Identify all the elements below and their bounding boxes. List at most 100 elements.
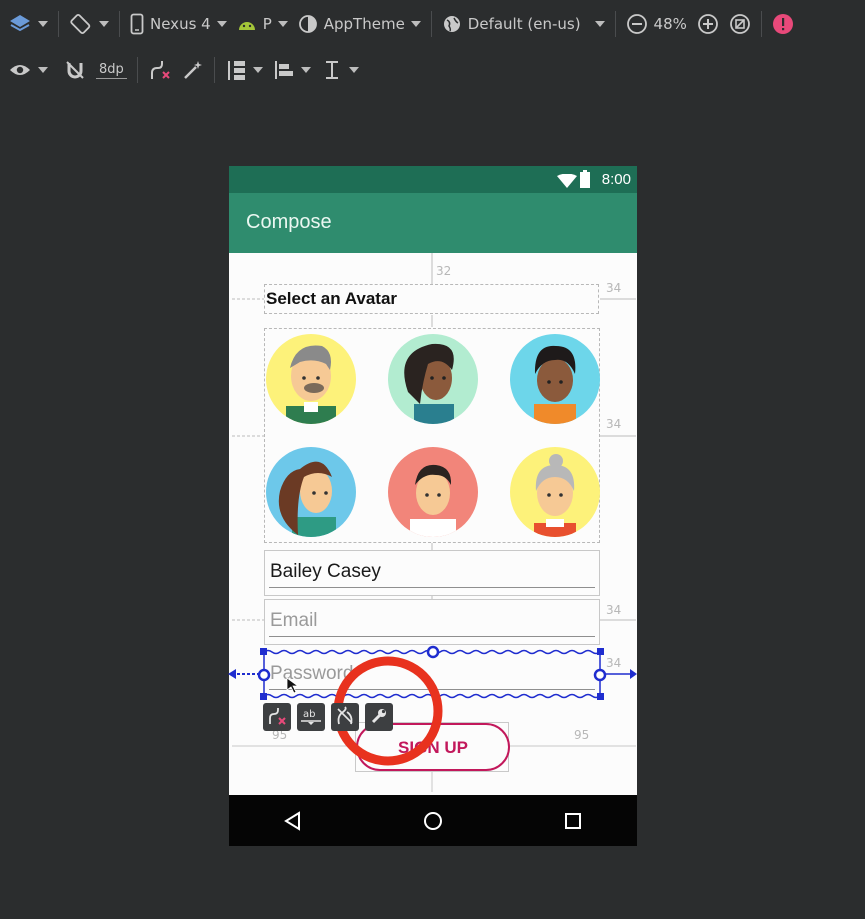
name-field[interactable]: Bailey Casey: [264, 550, 600, 596]
name-underline: [269, 587, 595, 588]
chevron-down-icon: [348, 67, 359, 73]
error-indicator[interactable]: [772, 8, 794, 40]
guidelines-dropdown[interactable]: [321, 54, 359, 86]
margin-right-label: 34: [606, 603, 622, 617]
locale-label: Default (en-us): [467, 15, 581, 33]
rotate-icon: [69, 12, 93, 36]
avatar-6[interactable]: [510, 447, 600, 537]
orientation-dropdown[interactable]: [69, 8, 109, 40]
divider: [614, 11, 616, 37]
clear-constraints-icon: [148, 59, 172, 81]
zoom-fit-button[interactable]: [729, 8, 751, 40]
constraint-delete-icon: [267, 706, 287, 729]
status-bar: 8:00: [229, 166, 637, 193]
baseline-icon: ab: [300, 706, 322, 729]
margin-right-label: 34: [606, 417, 622, 431]
signup-margin-right-label: 95: [574, 728, 590, 742]
divider: [760, 11, 762, 37]
infer-constraints-button[interactable]: [182, 54, 204, 86]
globe-icon: [442, 14, 462, 34]
recents-icon[interactable]: [564, 812, 582, 834]
avatar-grid[interactable]: [264, 328, 600, 543]
chevron-down-icon: [594, 21, 605, 27]
avatar-4[interactable]: [266, 447, 356, 537]
design-surface-dropdown[interactable]: [8, 8, 48, 40]
margin-value: 8dp: [96, 62, 127, 79]
svg-text:ab: ab: [303, 709, 315, 720]
chevron-down-icon: [38, 21, 48, 27]
margin-top-label: 32: [436, 264, 452, 278]
zoom-in-icon: [697, 13, 719, 35]
wifi-icon: [557, 173, 577, 192]
pack-dropdown[interactable]: [225, 54, 263, 86]
pack-icon: [225, 59, 247, 81]
default-margin-button[interactable]: 8dp: [96, 54, 127, 86]
zoom-out-button[interactable]: [626, 8, 648, 40]
device-dropdown[interactable]: Nexus 4: [130, 8, 227, 40]
clear-attributes-button[interactable]: [331, 703, 359, 731]
password-field[interactable]: Password: [264, 652, 600, 698]
margin-right-label: 34: [606, 656, 622, 670]
email-underline: [269, 636, 595, 637]
name-value: Bailey Casey: [270, 561, 381, 582]
magic-wand-icon: [182, 59, 204, 81]
divider: [58, 11, 59, 37]
margin-right-label: 34: [606, 281, 622, 295]
chevron-down-icon: [300, 67, 311, 73]
avatar-5[interactable]: [388, 447, 478, 537]
status-time: 8:00: [601, 171, 631, 188]
zoom-out-icon: [626, 13, 648, 35]
autoconnect-toggle[interactable]: [64, 54, 86, 86]
attributes-button[interactable]: [365, 703, 393, 731]
theme-label: AppTheme: [323, 15, 405, 33]
eye-icon: [8, 62, 32, 78]
theme-dropdown[interactable]: AppTheme: [298, 8, 421, 40]
phone-icon: [130, 13, 144, 35]
magnet-off-icon: [64, 59, 86, 81]
chevron-down-icon: [277, 21, 288, 27]
api-level-dropdown[interactable]: P: [237, 8, 288, 40]
align-dropdown[interactable]: [273, 54, 311, 86]
chevron-down-icon: [410, 21, 421, 27]
navigation-bar: [229, 795, 637, 846]
align-left-icon: [273, 59, 295, 81]
avatar-3[interactable]: [510, 334, 600, 424]
heading-text[interactable]: Select an Avatar: [264, 284, 599, 314]
locale-dropdown[interactable]: Default (en-us): [442, 8, 605, 40]
avatar-1[interactable]: [266, 334, 356, 424]
divider: [213, 57, 215, 83]
chevron-down-icon: [38, 67, 48, 73]
zoom-in-button[interactable]: [697, 8, 719, 40]
back-icon[interactable]: [283, 811, 303, 835]
device-preview: 8:00 Compose Select an Avatar Bailey Cas…: [229, 166, 637, 846]
email-field[interactable]: Email: [264, 599, 600, 645]
app-bar: Compose: [229, 193, 637, 253]
view-options-dropdown[interactable]: [8, 54, 48, 86]
divider: [136, 57, 138, 83]
battery-icon: [580, 170, 590, 192]
api-label: P: [262, 15, 272, 33]
guideline-icon: [321, 59, 343, 81]
email-placeholder: Email: [270, 610, 318, 631]
device-label: Nexus 4: [150, 15, 211, 33]
divider: [430, 11, 432, 37]
wrench-icon: [370, 707, 388, 728]
android-icon: [237, 17, 257, 31]
layers-icon: [8, 13, 32, 35]
password-underline: [269, 689, 595, 690]
avatar-2[interactable]: [388, 334, 478, 424]
layout-toolbar: 8dp: [0, 48, 865, 92]
clear-constraints-icon: [335, 705, 355, 729]
app-title: Compose: [246, 211, 332, 233]
error-icon: [772, 13, 794, 35]
design-toolbar: Nexus 4 P AppTheme Default (en-us) 48%: [0, 2, 865, 46]
chevron-down-icon: [99, 21, 109, 27]
delete-constraints-button[interactable]: [263, 703, 291, 731]
chevron-down-icon: [216, 21, 227, 27]
baseline-button[interactable]: ab: [297, 703, 325, 731]
home-icon[interactable]: [423, 811, 443, 835]
chevron-down-icon: [252, 67, 263, 73]
theme-icon: [298, 14, 318, 34]
clear-constraints-button[interactable]: [148, 54, 172, 86]
zoom-fit-icon: [729, 13, 751, 35]
